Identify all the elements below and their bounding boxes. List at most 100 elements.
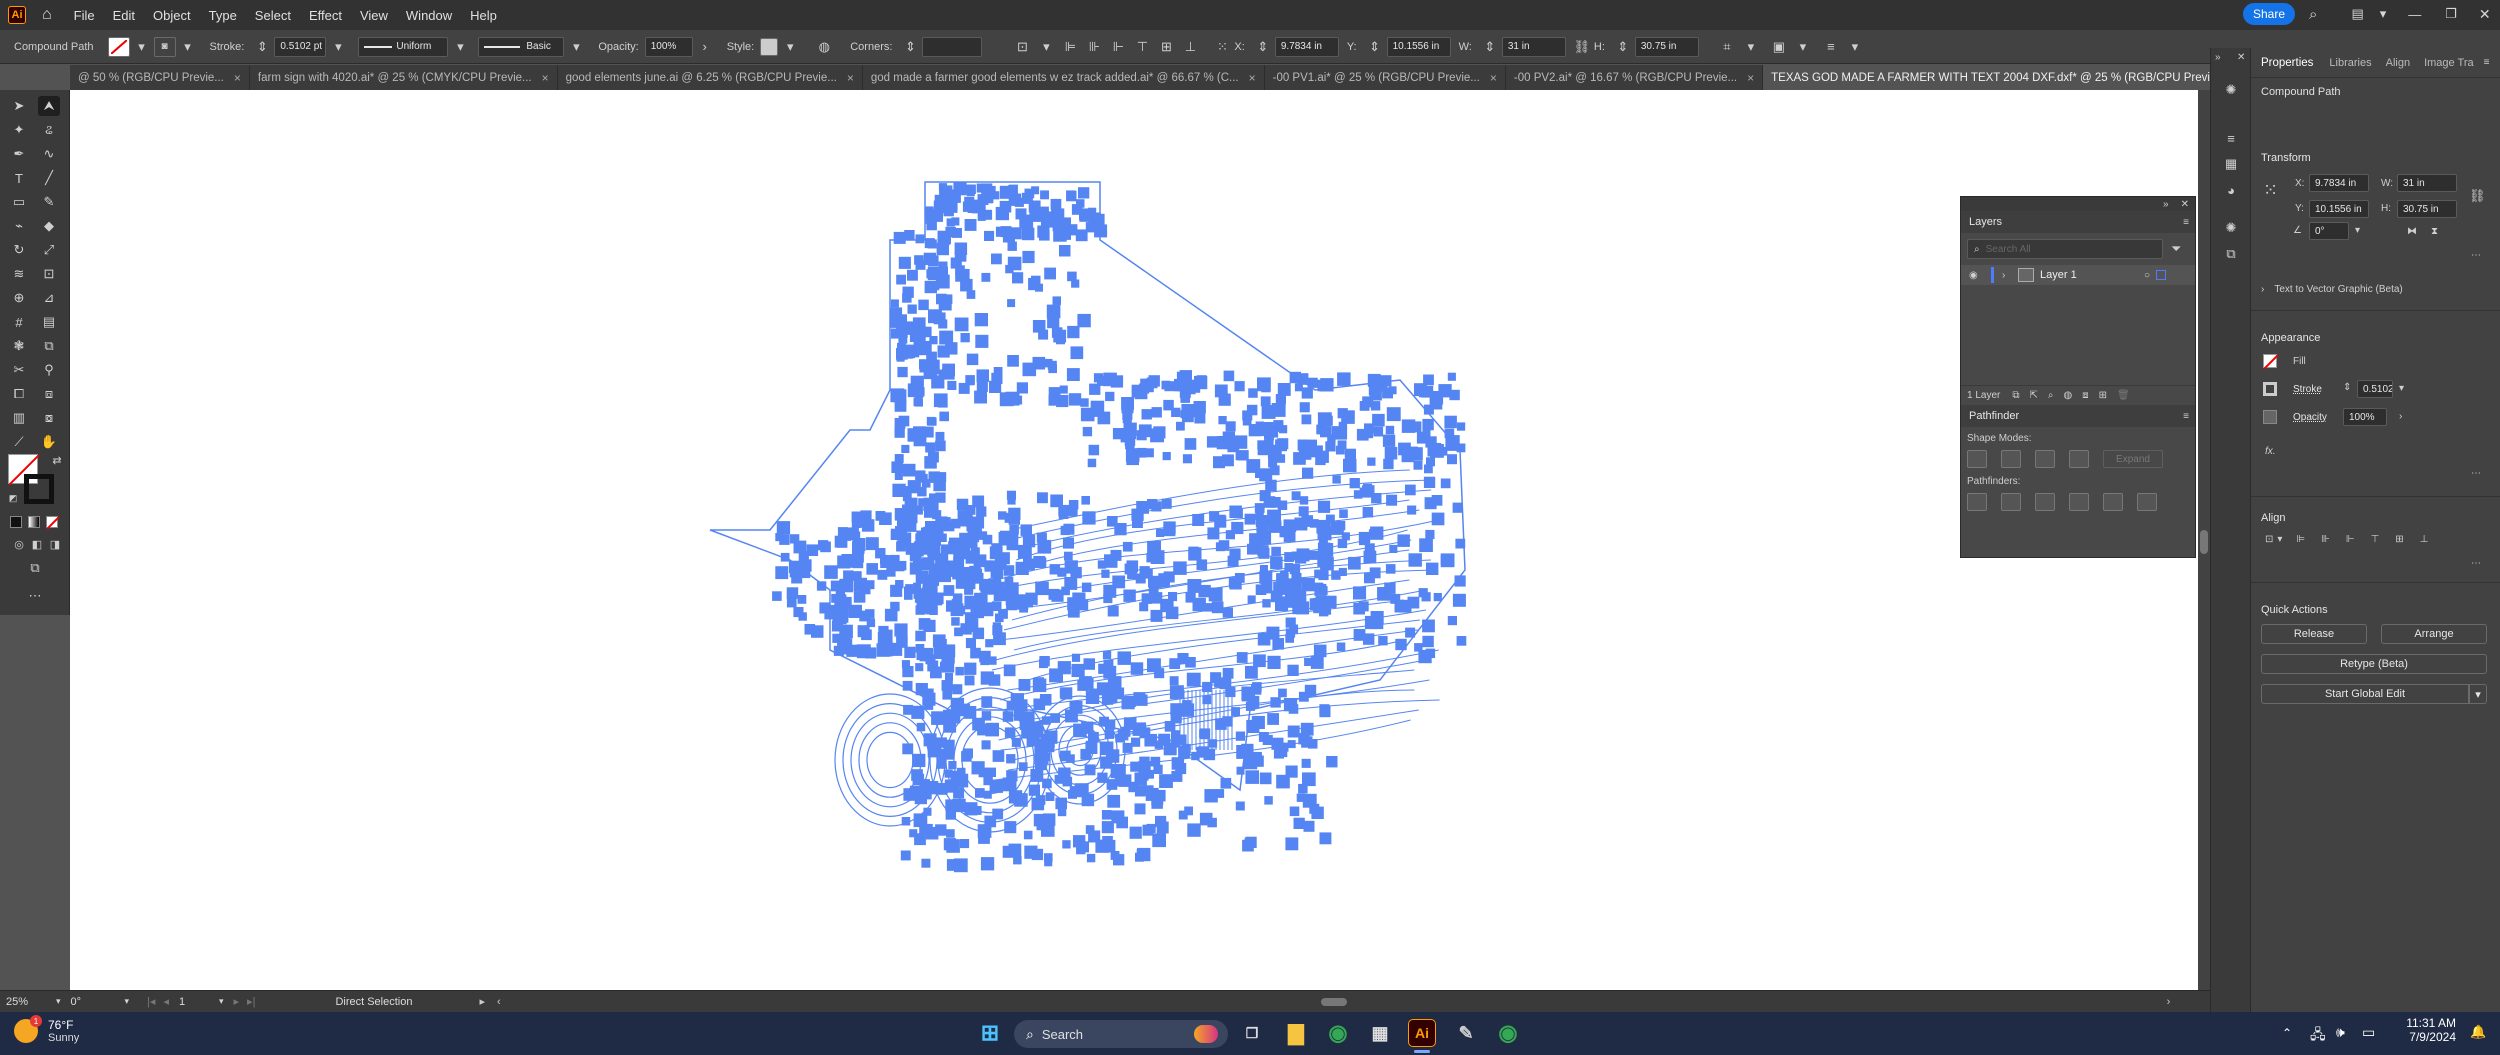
anchor-point[interactable] [1303, 439, 1317, 454]
anchor-point[interactable] [843, 570, 854, 581]
anchor-point[interactable] [818, 540, 829, 551]
close-dock-icon[interactable]: ✕ [2237, 52, 2245, 63]
anchor-point[interactable] [989, 546, 1003, 560]
anchor-point[interactable] [1227, 555, 1239, 567]
anchor-point[interactable] [983, 775, 993, 786]
anchor-point[interactable] [1131, 737, 1141, 747]
anchor-point[interactable] [1073, 723, 1087, 738]
anchor-point[interactable] [1035, 557, 1047, 568]
anchor-point[interactable] [1067, 325, 1080, 339]
anchor-point[interactable] [1103, 665, 1117, 679]
anchor-point[interactable] [1234, 381, 1245, 392]
anchor-point[interactable] [1225, 530, 1235, 540]
anchor-point[interactable] [1336, 642, 1346, 652]
anchor-point[interactable] [1285, 837, 1299, 851]
anchor-point[interactable] [1086, 853, 1096, 863]
anchor-point[interactable] [976, 380, 988, 392]
stepper-icon[interactable]: ⇕ [1365, 37, 1385, 57]
anchor-point[interactable] [943, 585, 955, 596]
anchor-point[interactable] [1132, 517, 1143, 528]
anchor-point[interactable] [1171, 770, 1183, 782]
anchor-point[interactable] [1094, 224, 1108, 238]
anchor-point[interactable] [981, 183, 993, 195]
anchor-point[interactable] [1136, 501, 1149, 514]
anchor-point[interactable] [1117, 651, 1132, 665]
anchor-point[interactable] [1418, 588, 1428, 598]
anchor-point[interactable] [1097, 375, 1107, 386]
anchor-point[interactable] [1044, 267, 1056, 280]
rotate-tool-icon[interactable]: ↻ [8, 240, 30, 260]
anchor-point[interactable] [1129, 826, 1142, 839]
anchor-point[interactable] [954, 317, 969, 332]
anchor-point[interactable] [942, 367, 955, 380]
anchor-point[interactable] [917, 570, 929, 582]
chevron-down-icon[interactable]: ▾ [2399, 383, 2404, 394]
panel-menu-icon[interactable]: ≡ [1821, 37, 1841, 57]
anchor-point[interactable] [897, 525, 908, 536]
anchor-point[interactable] [793, 540, 807, 554]
anchor-point[interactable] [1245, 701, 1255, 711]
anchor-point[interactable] [1452, 593, 1466, 607]
anchor-point[interactable] [1052, 296, 1062, 305]
graphic-style-swatch[interactable] [760, 37, 779, 56]
anchor-point[interactable] [1276, 454, 1286, 463]
anchor-point[interactable] [793, 607, 804, 618]
anchor-point[interactable] [944, 198, 955, 209]
gradient-mode-icon[interactable] [28, 516, 40, 528]
scale-tool-icon[interactable]: ⤢ [38, 240, 60, 260]
anchor-point[interactable] [1223, 370, 1235, 382]
flip-horizontal-icon[interactable]: ⧓ [2407, 226, 2417, 237]
anchor-point[interactable] [980, 857, 995, 871]
anchor-point[interactable] [1143, 785, 1154, 796]
home-icon[interactable]: ⌂ [42, 6, 52, 24]
close-tab-icon[interactable]: × [847, 71, 854, 85]
anchor-point[interactable] [890, 388, 905, 403]
anchor-point[interactable] [1430, 444, 1444, 458]
anchor-point[interactable] [1259, 571, 1271, 582]
anchor-point[interactable] [1344, 448, 1356, 460]
anchor-point[interactable] [921, 858, 931, 868]
anchor-point[interactable] [915, 630, 926, 642]
anchor-point[interactable] [1325, 514, 1335, 524]
anchor-point[interactable] [985, 639, 994, 648]
anchor-point[interactable] [901, 817, 911, 826]
anchor-point[interactable] [1067, 271, 1077, 282]
lasso-icon[interactable]: ଌ [38, 120, 60, 140]
anchor-point[interactable] [1310, 656, 1324, 669]
anchor-point[interactable] [1299, 496, 1309, 505]
anchor-point[interactable] [1085, 825, 1095, 834]
anchor-point[interactable] [1407, 505, 1417, 515]
opacity-field[interactable]: 100% [2343, 408, 2387, 426]
align-bottom-icon[interactable]: ⊥ [2420, 534, 2429, 545]
anchor-point[interactable] [1045, 792, 1055, 801]
anchor-point[interactable] [1289, 806, 1300, 817]
anchor-point[interactable] [981, 696, 993, 708]
close-icon[interactable]: ✕ [2479, 6, 2491, 23]
anchor-point[interactable] [1386, 494, 1398, 506]
anchor-point[interactable] [1278, 573, 1287, 582]
anchor-point[interactable] [1194, 412, 1206, 424]
menu-effect[interactable]: Effect [309, 8, 342, 23]
anchor-point[interactable] [967, 530, 980, 543]
clock[interactable]: 11:31 AM 7/9/2024 [2396, 1016, 2456, 1044]
anchor-point[interactable] [923, 790, 932, 800]
anchor-point[interactable] [995, 206, 1009, 221]
anchor-point[interactable] [1161, 498, 1172, 509]
stroke-swatch[interactable] [2263, 382, 2277, 396]
anchor-point[interactable] [971, 761, 985, 775]
anchor-point[interactable] [1218, 393, 1231, 406]
previous-artboard-icon[interactable]: ◂ [163, 995, 169, 1008]
anchor-point[interactable] [791, 572, 803, 584]
anchor-point[interactable] [1207, 527, 1220, 540]
texas-farmer-artwork[interactable] [70, 90, 2200, 990]
document-tab-active[interactable]: TEXAS GOD MADE A FARMER WITH TEXT 2004 D… [1763, 65, 2255, 90]
w-field[interactable]: 31 in [2397, 174, 2457, 192]
anchor-point[interactable] [1275, 439, 1287, 452]
pencil-tool-icon[interactable]: ✎ [38, 192, 60, 212]
anchor-point[interactable] [775, 566, 789, 580]
anchor-point[interactable] [1105, 391, 1115, 402]
anchor-point[interactable] [1285, 628, 1296, 638]
anchor-point[interactable] [1285, 765, 1298, 778]
scroll-left-icon[interactable]: ‹ [497, 996, 501, 1008]
anchor-point[interactable] [982, 582, 995, 595]
